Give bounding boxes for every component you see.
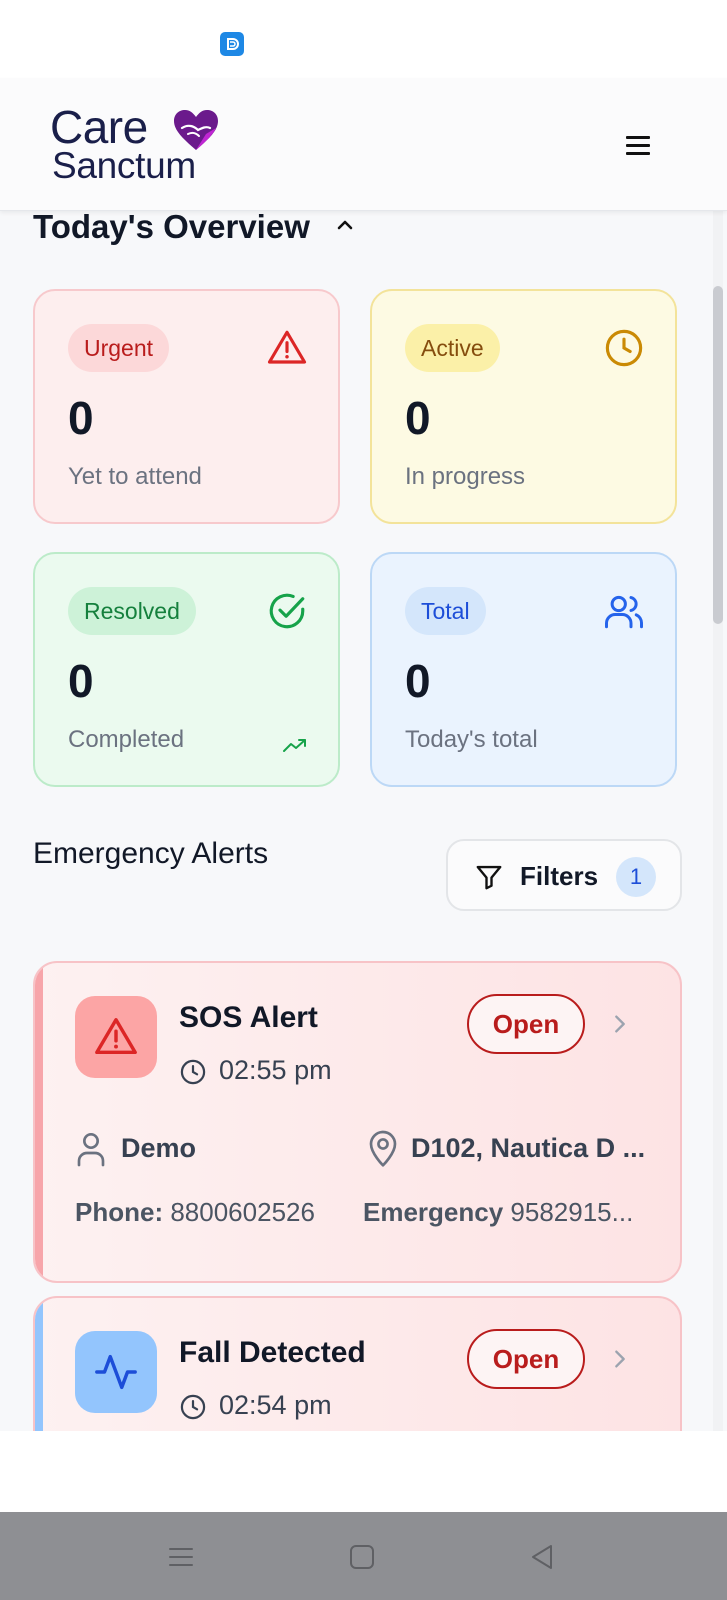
status-badge: Open [467,994,585,1054]
alert-card-sos[interactable]: SOS Alert 02:55 pm Open Demo D102, Nauti… [33,961,682,1283]
resolved-label: Completed [68,726,185,753]
menu-button[interactable] [620,130,656,160]
main-content: Today's Overview Urgent 0 Yet to attend … [0,211,727,1431]
urgent-badge: Urgent [68,324,170,372]
emergency-label: Emergency [363,1197,504,1227]
active-stat-card[interactable]: Active 0 In progress [370,289,677,524]
emergency-alerts-title: Emergency Alerts [33,837,269,870]
alert-time: 02:55 pm [219,1055,332,1085]
alert-triangle-icon [95,1018,137,1055]
active-badge: Active [405,324,500,372]
alert-title: SOS Alert [179,1001,318,1034]
activity-icon [95,1354,137,1390]
alert-time: 02:54 pm [219,1390,332,1420]
system-navigation-bar [0,1512,727,1600]
users-icon [605,595,643,629]
alert-card-fall-detected[interactable]: Fall Detected 02:54 pm Open [33,1296,682,1431]
filters-label: Filters [520,861,599,891]
status-bar [0,0,727,78]
chevron-right-icon[interactable] [609,1348,631,1370]
alert-emergency-contact: Emergency 9582915... [363,1197,653,1228]
active-count: 0 [405,392,431,444]
app-header: Care Sanctum [0,78,727,211]
resolved-count: 0 [68,655,94,707]
alert-accent-bar [35,1298,43,1431]
map-pin-icon [369,1130,397,1167]
filters-button[interactable]: Filters 1 [446,839,682,911]
alert-location: D102, Nautica D ... [411,1133,646,1163]
urgent-stat-card[interactable]: Urgent 0 Yet to attend [33,289,340,524]
logo-text-line1: Care [50,101,148,153]
urgent-label: Yet to attend [68,463,202,490]
phone-label: Phone: [75,1197,164,1227]
back-icon[interactable] [527,1542,557,1572]
notification-app-icon [220,32,244,56]
alert-phone: Phone: 8800602526 [75,1197,315,1228]
home-icon[interactable] [347,1542,377,1572]
phone-value: 8800602526 [170,1197,315,1227]
resolved-badge: Resolved [68,587,196,635]
clock-icon [180,1059,206,1085]
alert-title: Fall Detected [179,1336,366,1369]
total-stat-card[interactable]: Total 0 Today's total [370,552,677,787]
user-icon [77,1133,105,1167]
status-badge: Open [467,1329,585,1389]
bottom-spacer [0,1431,727,1512]
chevron-up-icon[interactable] [333,213,357,237]
filters-count-badge: 1 [616,857,656,897]
resolved-stat-card[interactable]: Resolved 0 Completed [33,552,340,787]
logo-text-line2: Sanctum [52,145,196,186]
filter-icon [476,865,502,890]
recent-apps-icon[interactable] [166,1542,196,1572]
emergency-value: 9582915... [510,1197,634,1227]
alert-accent-bar [35,963,43,1281]
alert-type-icon-box [75,996,157,1078]
active-label: In progress [405,463,526,490]
alert-type-icon-box [75,1331,157,1413]
trending-up-icon [283,739,306,752]
urgent-count: 0 [68,392,94,444]
clock-icon [605,329,643,367]
total-count: 0 [405,655,431,707]
check-circle-icon [269,593,305,629]
alert-triangle-icon [267,330,307,364]
caresanctum-logo[interactable]: Care Sanctum [50,101,240,186]
scrollbar-thumb[interactable] [713,286,723,624]
clock-icon [180,1394,206,1420]
alert-user-name: Demo [121,1133,197,1163]
total-label: Today's total [405,726,538,753]
total-badge: Total [405,587,486,635]
overview-title: Today's Overview [33,211,310,245]
chevron-right-icon[interactable] [609,1013,631,1035]
heart-hands-icon [174,110,218,150]
